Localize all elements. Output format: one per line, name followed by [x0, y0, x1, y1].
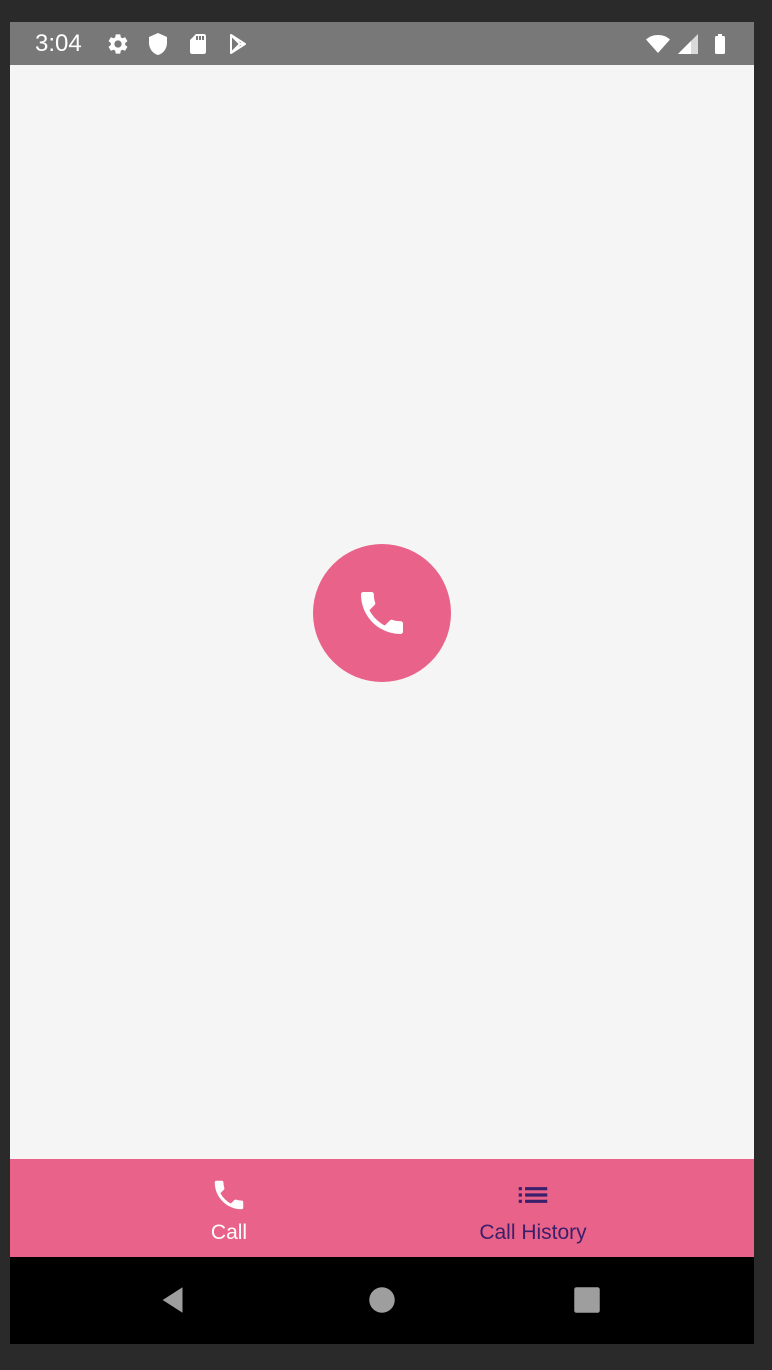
nav-tab-call-label: Call [210, 1221, 248, 1244]
wifi-icon [646, 32, 670, 56]
back-icon[interactable] [157, 1283, 191, 1317]
battery-icon [708, 32, 732, 56]
signal-icon [676, 32, 700, 56]
nav-tab-call[interactable]: Call [78, 1159, 380, 1257]
status-bar: 3:04 [10, 22, 754, 65]
main-content [10, 65, 754, 1159]
system-navigation-bar [10, 1257, 754, 1344]
phone-icon [354, 585, 410, 641]
list-icon [514, 1176, 552, 1214]
home-icon[interactable] [365, 1283, 399, 1317]
status-time: 3:04 [35, 30, 82, 57]
app-screen: 3:04 Call Call History [10, 22, 754, 1344]
play-store-icon [226, 32, 250, 56]
shield-icon [146, 32, 170, 56]
call-button[interactable] [313, 544, 451, 682]
nav-tab-call-history-label: Call History [479, 1221, 587, 1244]
sd-card-icon [186, 32, 210, 56]
nav-tab-call-history[interactable]: Call History [380, 1159, 686, 1257]
recents-icon[interactable] [570, 1283, 604, 1317]
settings-icon [106, 32, 130, 56]
bottom-navigation: Call Call History [10, 1159, 754, 1257]
phone-icon [210, 1176, 248, 1214]
